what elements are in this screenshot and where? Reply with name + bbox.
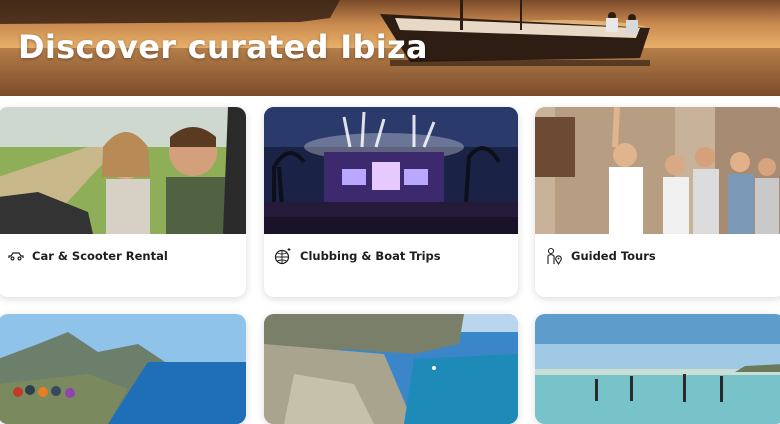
card-label: Car & Scooter Rental — [32, 249, 168, 263]
category-card-clubbing-boat-trips[interactable]: Clubbing & Boat Trips — [264, 107, 518, 297]
category-card-guided-tours[interactable]: Guided Tours — [535, 107, 780, 297]
card-label: Clubbing & Boat Trips — [300, 249, 441, 263]
card-image — [535, 314, 780, 424]
card-image — [0, 107, 246, 234]
page-title: Discover curated Ibiza — [18, 28, 428, 66]
card-label: Guided Tours — [571, 249, 656, 263]
category-card-coastline[interactable] — [264, 314, 518, 424]
card-image — [535, 107, 780, 234]
category-card-paddleboarding[interactable] — [535, 314, 780, 424]
category-card-hiking[interactable] — [0, 314, 246, 424]
guide-location-icon — [547, 247, 562, 265]
category-card-car-scooter-rental[interactable]: Car & Scooter Rental — [0, 107, 246, 297]
card-image — [264, 314, 518, 424]
card-image — [264, 107, 518, 234]
hero-banner: Discover curated Ibiza — [0, 0, 780, 96]
car-icon — [8, 252, 24, 261]
disco-ball-icon — [274, 248, 291, 265]
card-image — [0, 314, 246, 424]
